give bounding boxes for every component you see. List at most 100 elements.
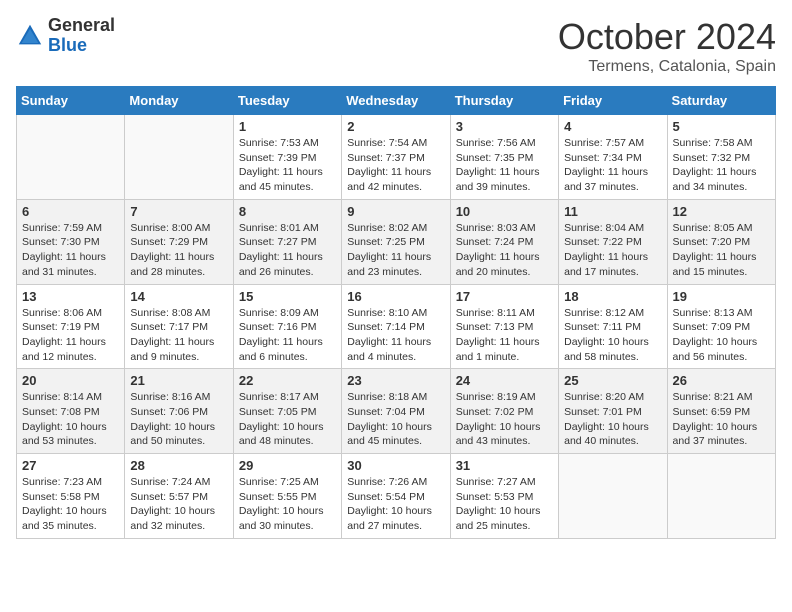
- calendar-day-cell: 6 Sunrise: 7:59 AMSunset: 7:30 PMDaylight…: [17, 199, 125, 284]
- calendar-day-cell: 4 Sunrise: 7:57 AMSunset: 7:34 PMDaylight…: [559, 115, 667, 200]
- calendar-day-cell: 1Sunrise: 7:53 AMSunset: 7:39 PMDaylight…: [233, 115, 341, 200]
- calendar-day-cell: 17Sunrise: 8:11 AMSunset: 7:13 PMDayligh…: [450, 284, 558, 369]
- day-info: Sunrise: 8:04 AMSunset: 7:22 PMDaylight:…: [564, 221, 661, 280]
- day-number: 14: [130, 289, 227, 304]
- calendar-day-cell: 7 Sunrise: 8:00 AMSunset: 7:29 PMDaylight…: [125, 199, 233, 284]
- calendar-day-cell: 12Sunrise: 8:05 AMSunset: 7:20 PMDayligh…: [667, 199, 775, 284]
- day-info: Sunrise: 7:54 AMSunset: 7:37 PMDaylight:…: [347, 136, 444, 195]
- calendar-day-cell: 8 Sunrise: 8:01 AMSunset: 7:27 PMDaylight…: [233, 199, 341, 284]
- day-number: 25: [564, 373, 661, 388]
- day-info: Sunrise: 8:01 AMSunset: 7:27 PMDaylight:…: [239, 221, 336, 280]
- calendar-day-header: Thursday: [450, 87, 558, 115]
- page-header: General Blue October 2024 Termens, Catal…: [16, 16, 776, 76]
- day-number: 2: [347, 119, 444, 134]
- calendar-day-cell: 28 Sunrise: 7:24 AMSunset: 5:57 PMDayligh…: [125, 454, 233, 539]
- day-number: 7: [130, 204, 227, 219]
- day-number: 1: [239, 119, 336, 134]
- day-number: 28: [130, 458, 227, 473]
- day-info: Sunrise: 8:20 AMSunset: 7:01 PMDaylight:…: [564, 390, 661, 449]
- day-info: Sunrise: 7:57 AMSunset: 7:34 PMDaylight:…: [564, 136, 661, 195]
- day-info: Sunrise: 8:16 AMSunset: 7:06 PMDaylight:…: [130, 390, 227, 449]
- day-info: Sunrise: 8:13 AMSunset: 7:09 PMDaylight:…: [673, 306, 770, 365]
- day-number: 9: [347, 204, 444, 219]
- day-number: 29: [239, 458, 336, 473]
- month-title: October 2024: [558, 16, 776, 58]
- day-number: 8: [239, 204, 336, 219]
- day-number: 30: [347, 458, 444, 473]
- calendar-day-cell: 18 Sunrise: 8:12 AMSunset: 7:11 PMDayligh…: [559, 284, 667, 369]
- day-info: Sunrise: 8:18 AMSunset: 7:04 PMDaylight:…: [347, 390, 444, 449]
- calendar-day-header: Sunday: [17, 87, 125, 115]
- calendar-day-cell: [667, 454, 775, 539]
- calendar-day-cell: 20Sunrise: 8:14 AMSunset: 7:08 PMDayligh…: [17, 369, 125, 454]
- day-info: Sunrise: 8:03 AMSunset: 7:24 PMDaylight:…: [456, 221, 553, 280]
- calendar-day-cell: 29 Sunrise: 7:25 AMSunset: 5:55 PMDayligh…: [233, 454, 341, 539]
- calendar-day-cell: 13 Sunrise: 8:06 AMSunset: 7:19 PMDayligh…: [17, 284, 125, 369]
- day-number: 16: [347, 289, 444, 304]
- calendar-day-cell: [559, 454, 667, 539]
- day-info: Sunrise: 8:00 AMSunset: 7:29 PMDaylight:…: [130, 221, 227, 280]
- calendar-day-header: Tuesday: [233, 87, 341, 115]
- logo-icon: [16, 22, 44, 50]
- day-info: Sunrise: 7:58 AMSunset: 7:32 PMDaylight:…: [673, 136, 770, 195]
- day-info: Sunrise: 8:05 AMSunset: 7:20 PMDaylight:…: [673, 221, 770, 280]
- day-number: 3: [456, 119, 553, 134]
- day-number: 21: [130, 373, 227, 388]
- day-number: 15: [239, 289, 336, 304]
- day-info: Sunrise: 8:09 AMSunset: 7:16 PMDaylight:…: [239, 306, 336, 365]
- logo: General Blue: [16, 16, 115, 56]
- day-info: Sunrise: 8:06 AMSunset: 7:19 PMDaylight:…: [22, 306, 119, 365]
- calendar-day-header: Wednesday: [342, 87, 450, 115]
- day-info: Sunrise: 8:12 AMSunset: 7:11 PMDaylight:…: [564, 306, 661, 365]
- calendar-day-header: Friday: [559, 87, 667, 115]
- calendar-day-cell: 31 Sunrise: 7:27 AMSunset: 5:53 PMDayligh…: [450, 454, 558, 539]
- calendar-day-cell: 23Sunrise: 8:18 AMSunset: 7:04 PMDayligh…: [342, 369, 450, 454]
- day-number: 27: [22, 458, 119, 473]
- day-info: Sunrise: 8:17 AMSunset: 7:05 PMDaylight:…: [239, 390, 336, 449]
- day-number: 6: [22, 204, 119, 219]
- day-info: Sunrise: 7:59 AMSunset: 7:30 PMDaylight:…: [22, 221, 119, 280]
- day-info: Sunrise: 7:27 AMSunset: 5:53 PMDaylight:…: [456, 475, 553, 534]
- calendar-day-cell: 5 Sunrise: 7:58 AMSunset: 7:32 PMDaylight…: [667, 115, 775, 200]
- day-number: 22: [239, 373, 336, 388]
- day-number: 26: [673, 373, 770, 388]
- calendar-week-row: 13 Sunrise: 8:06 AMSunset: 7:19 PMDayligh…: [17, 284, 776, 369]
- logo-general-text: General: [48, 16, 115, 36]
- logo-blue-text: Blue: [48, 36, 115, 56]
- day-info: Sunrise: 7:24 AMSunset: 5:57 PMDaylight:…: [130, 475, 227, 534]
- day-number: 11: [564, 204, 661, 219]
- day-number: 13: [22, 289, 119, 304]
- calendar-day-cell: [17, 115, 125, 200]
- calendar-day-cell: [125, 115, 233, 200]
- day-number: 5: [673, 119, 770, 134]
- calendar-day-cell: 22 Sunrise: 8:17 AMSunset: 7:05 PMDayligh…: [233, 369, 341, 454]
- calendar-week-row: 6 Sunrise: 7:59 AMSunset: 7:30 PMDaylight…: [17, 199, 776, 284]
- calendar-day-cell: 9 Sunrise: 8:02 AMSunset: 7:25 PMDaylight…: [342, 199, 450, 284]
- calendar-day-cell: 15 Sunrise: 8:09 AMSunset: 7:16 PMDayligh…: [233, 284, 341, 369]
- calendar-day-cell: 19Sunrise: 8:13 AMSunset: 7:09 PMDayligh…: [667, 284, 775, 369]
- calendar-day-cell: 2 Sunrise: 7:54 AMSunset: 7:37 PMDaylight…: [342, 115, 450, 200]
- calendar-body: 1Sunrise: 7:53 AMSunset: 7:39 PMDaylight…: [17, 115, 776, 539]
- day-number: 24: [456, 373, 553, 388]
- calendar-day-header: Saturday: [667, 87, 775, 115]
- day-number: 18: [564, 289, 661, 304]
- day-number: 4: [564, 119, 661, 134]
- day-number: 31: [456, 458, 553, 473]
- calendar-header-row: SundayMondayTuesdayWednesdayThursdayFrid…: [17, 87, 776, 115]
- calendar-day-cell: 21 Sunrise: 8:16 AMSunset: 7:06 PMDayligh…: [125, 369, 233, 454]
- title-area: October 2024 Termens, Catalonia, Spain: [558, 16, 776, 76]
- day-number: 20: [22, 373, 119, 388]
- day-info: Sunrise: 7:26 AMSunset: 5:54 PMDaylight:…: [347, 475, 444, 534]
- day-info: Sunrise: 7:25 AMSunset: 5:55 PMDaylight:…: [239, 475, 336, 534]
- calendar-week-row: 20Sunrise: 8:14 AMSunset: 7:08 PMDayligh…: [17, 369, 776, 454]
- day-info: Sunrise: 8:02 AMSunset: 7:25 PMDaylight:…: [347, 221, 444, 280]
- calendar-day-cell: 30 Sunrise: 7:26 AMSunset: 5:54 PMDayligh…: [342, 454, 450, 539]
- calendar-day-cell: 24Sunrise: 8:19 AMSunset: 7:02 PMDayligh…: [450, 369, 558, 454]
- calendar-day-cell: 11 Sunrise: 8:04 AMSunset: 7:22 PMDayligh…: [559, 199, 667, 284]
- day-info: Sunrise: 7:56 AMSunset: 7:35 PMDaylight:…: [456, 136, 553, 195]
- calendar-day-cell: 26Sunrise: 8:21 AMSunset: 6:59 PMDayligh…: [667, 369, 775, 454]
- day-info: Sunrise: 8:08 AMSunset: 7:17 PMDaylight:…: [130, 306, 227, 365]
- day-info: Sunrise: 8:11 AMSunset: 7:13 PMDaylight:…: [456, 306, 553, 365]
- calendar-header: SundayMondayTuesdayWednesdayThursdayFrid…: [17, 87, 776, 115]
- day-number: 10: [456, 204, 553, 219]
